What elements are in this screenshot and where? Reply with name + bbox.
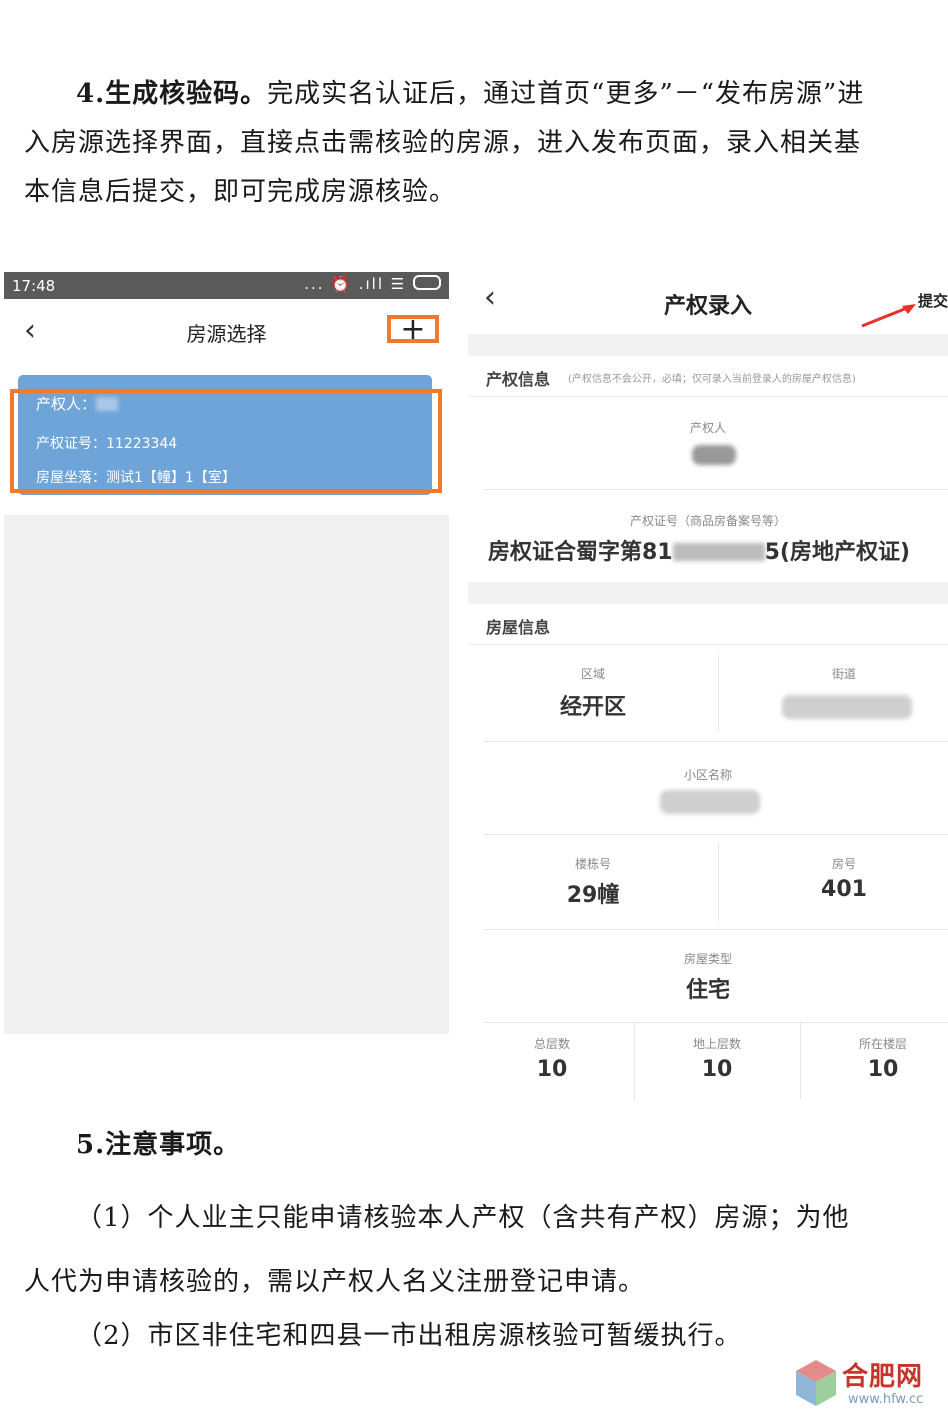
property-info-section: 产权信息 (产权信息不会公开，必填；仅可录入当前登录人的房屋产权信息)	[468, 356, 948, 397]
room-value[interactable]: 401	[734, 877, 948, 902]
entry-header: ‹ 产权录入 提交	[468, 272, 948, 334]
divider	[634, 1023, 635, 1099]
cert-row: 产权证号：11223344	[36, 433, 177, 453]
house-type-field[interactable]: 房屋类型 住宅	[484, 930, 948, 1023]
property-card[interactable]: 产权人： 产权证号：11223344 房屋坐落：测试1【幢】1【室】	[10, 375, 442, 495]
cert-suffix: 5(房地产权证)	[764, 540, 911, 565]
cert-prefix: 房权证合蜀字第81	[488, 540, 673, 565]
section4-heading: 4.生成核验码。	[76, 79, 268, 109]
community-label: 小区名称	[683, 768, 732, 782]
divider	[718, 843, 719, 921]
building-room-row: 楼栋号 29幢 房号 401	[484, 835, 948, 930]
floors-row: 总层数 10 地上层数 10 所在楼层 10	[484, 1023, 948, 1103]
cube-logo-icon	[796, 1360, 836, 1406]
house-type-label: 房屋类型	[683, 952, 732, 966]
add-house-button[interactable]: +	[387, 312, 439, 347]
arrow-icon	[861, 304, 916, 328]
cert-field[interactable]: 产权证号（商品房备案号等） 房权证合蜀字第81 5(房地产权证)	[484, 490, 948, 582]
above-floors-value[interactable]: 10	[652, 1057, 782, 1082]
status-icons: ... ⏰ .ıll ☰	[304, 275, 441, 293]
cert-label: 产权证号（商品房备案号等）	[629, 514, 786, 528]
cert-label: 产权证号：	[36, 436, 106, 452]
owner-label: 产权人：	[36, 395, 97, 413]
blurred-community	[660, 790, 760, 814]
owner-label: 产权人	[689, 421, 726, 435]
floor-value[interactable]: 10	[818, 1057, 948, 1082]
status-bar: 17:48 ... ⏰ .ıll ☰	[4, 272, 449, 299]
section5-item1: （1）个人业主只能申请核验本人产权（含共有产权）房源；为他人代为申请核验的，需以…	[24, 1186, 874, 1314]
floor-label: 所在楼层	[858, 1037, 907, 1051]
section5-heading-line: 5.注意事项。	[24, 1121, 874, 1170]
blurred-street	[782, 695, 912, 719]
watermark: 合肥网 www.hfw.cc	[792, 1356, 942, 1414]
room-label: 房号	[831, 857, 856, 871]
divider	[718, 655, 719, 731]
divider	[800, 1023, 801, 1099]
list-area: 产权人： 产权证号：11223344 房屋坐落：测试1【幢】1【室】	[4, 365, 449, 515]
signal-wifi-icons: ... ⏰ .ıll ☰	[304, 275, 407, 293]
section-note: (产权信息不会公开，必填；仅可录入当前登录人的房屋产权信息)	[568, 374, 856, 385]
site-url: www.hfw.cc	[848, 1392, 924, 1407]
blurred-owner	[692, 445, 736, 465]
street-label: 街道	[831, 667, 856, 681]
page-title: 房源选择	[186, 322, 267, 346]
district-value[interactable]: 经开区	[484, 689, 702, 721]
section4-paragraph: 4.生成核验码。完成实名认证后，通过首页“更多”－“发布房源”进入房源选择界面，…	[24, 70, 874, 217]
house-type-value: 住宅	[685, 978, 730, 1003]
district-street-row: 区域 经开区 街道	[484, 645, 948, 742]
plus-icon: +	[400, 312, 426, 347]
item1-text: （1）个人业主只能申请核验本人产权（含共有产权）房源；为他人代为申请核验的，需以…	[24, 1203, 850, 1297]
location-value: 测试1【幢】1【室】	[106, 470, 236, 486]
location-row: 房屋坐落：测试1【幢】1【室】	[36, 467, 236, 487]
total-floors-value[interactable]: 10	[484, 1057, 620, 1082]
house-info-section: 房屋信息	[468, 604, 948, 645]
blurred-cert	[672, 543, 765, 561]
divider	[468, 582, 948, 604]
owner-field[interactable]: 产权人	[484, 397, 948, 490]
section-title: 房屋信息	[486, 618, 551, 637]
house-select-screenshot: 17:48 ... ⏰ .ıll ☰ ‹ 房源选择 + 产权人： 产权证号：11…	[4, 272, 449, 1034]
blurred-name	[96, 397, 119, 411]
building-label: 楼栋号	[574, 857, 611, 871]
community-field[interactable]: 小区名称	[484, 742, 948, 835]
battery-icon	[413, 275, 441, 290]
logo-text: 合肥网	[842, 1362, 924, 1392]
item2-text: （2）市区非住宅和四县一市出租房源核验可暂缓执行。	[76, 1321, 742, 1351]
total-floors-label: 总层数	[533, 1037, 570, 1051]
divider	[468, 334, 948, 356]
district-label: 区域	[580, 667, 605, 681]
submit-button[interactable]: 提交	[918, 290, 948, 311]
cert-value: 房权证合蜀字第81 5(房地产权证)	[488, 534, 910, 566]
cert-value: 11223344	[106, 436, 178, 452]
status-time: 17:48	[12, 277, 56, 295]
location-label: 房屋坐落：	[36, 470, 106, 486]
section5-heading: 5.注意事项。	[76, 1130, 241, 1160]
section5-item2: （2）市区非住宅和四县一市出租房源核验可暂缓执行。	[24, 1312, 874, 1361]
section-title: 产权信息	[486, 370, 551, 389]
above-floors-label: 地上层数	[692, 1037, 741, 1051]
nav-bar: ‹ 房源选择 +	[4, 299, 449, 365]
property-entry-screenshot: ‹ 产权录入 提交 产权信息 (产权信息不会公开，必填；仅可录入当前登录人的房屋…	[468, 272, 948, 1110]
owner-row: 产权人：	[36, 393, 119, 414]
building-value[interactable]: 29幢	[484, 877, 702, 909]
